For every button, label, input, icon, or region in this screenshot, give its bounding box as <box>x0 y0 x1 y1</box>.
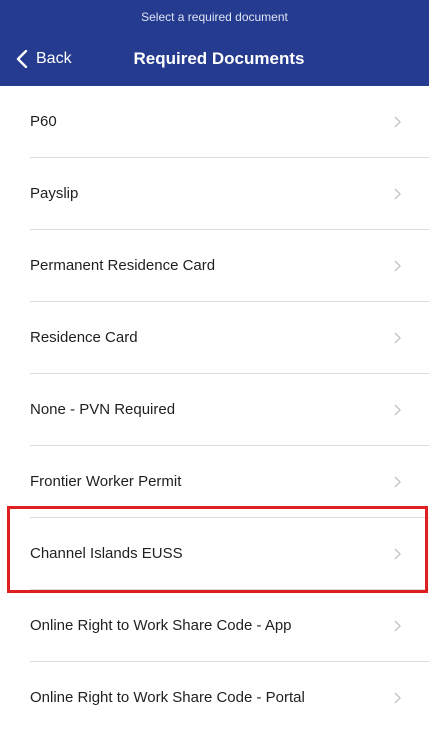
chevron-right-icon <box>394 260 401 271</box>
list-item-p60[interactable]: P60 <box>0 86 429 157</box>
page-title: Required Documents <box>133 49 305 68</box>
list-item-share-code-app[interactable]: Online Right to Work Share Code - App <box>0 590 429 661</box>
document-list: P60 Payslip Permanent Residence Card Res… <box>0 86 429 733</box>
chevron-right-icon <box>394 188 401 199</box>
nav-header: Select a required document Back Required… <box>0 0 429 86</box>
list-item-label: Frontier Worker Permit <box>30 473 182 490</box>
chevron-left-icon <box>16 50 28 68</box>
list-item-label: Online Right to Work Share Code - Portal <box>30 689 305 706</box>
chevron-right-icon <box>394 548 401 559</box>
back-button[interactable]: Back <box>16 44 72 74</box>
list-item-label: None - PVN Required <box>30 401 176 418</box>
chevron-right-icon <box>394 116 401 127</box>
header-subtitle: Select a required document <box>141 10 288 24</box>
chevron-right-icon <box>394 476 401 487</box>
list-item-label: Permanent Residence Card <box>30 257 216 274</box>
list-item-share-code-portal[interactable]: Online Right to Work Share Code - Portal <box>0 662 429 733</box>
list-item-label: Payslip <box>30 185 79 202</box>
list-item-frontier-worker-permit[interactable]: Frontier Worker Permit <box>0 446 429 517</box>
back-label: Back <box>36 50 72 67</box>
chevron-right-icon <box>394 620 401 631</box>
list-item-label: P60 <box>30 113 57 130</box>
chevron-right-icon <box>394 692 401 703</box>
chevron-right-icon <box>394 404 401 415</box>
list-item-channel-islands-euss[interactable]: Channel Islands EUSS <box>0 518 429 589</box>
list-item-label: Residence Card <box>30 329 138 346</box>
list-item-permanent-residence-card[interactable]: Permanent Residence Card <box>0 230 429 301</box>
list-item-residence-card[interactable]: Residence Card <box>0 302 429 373</box>
chevron-right-icon <box>394 332 401 343</box>
list-item-label: Online Right to Work Share Code - App <box>30 617 292 634</box>
list-item-label: Channel Islands EUSS <box>30 545 183 562</box>
list-item-none-pvn-required[interactable]: None - PVN Required <box>0 374 429 445</box>
required-documents-screen: Select a required document Back Required… <box>0 0 429 735</box>
list-item-payslip[interactable]: Payslip <box>0 158 429 229</box>
